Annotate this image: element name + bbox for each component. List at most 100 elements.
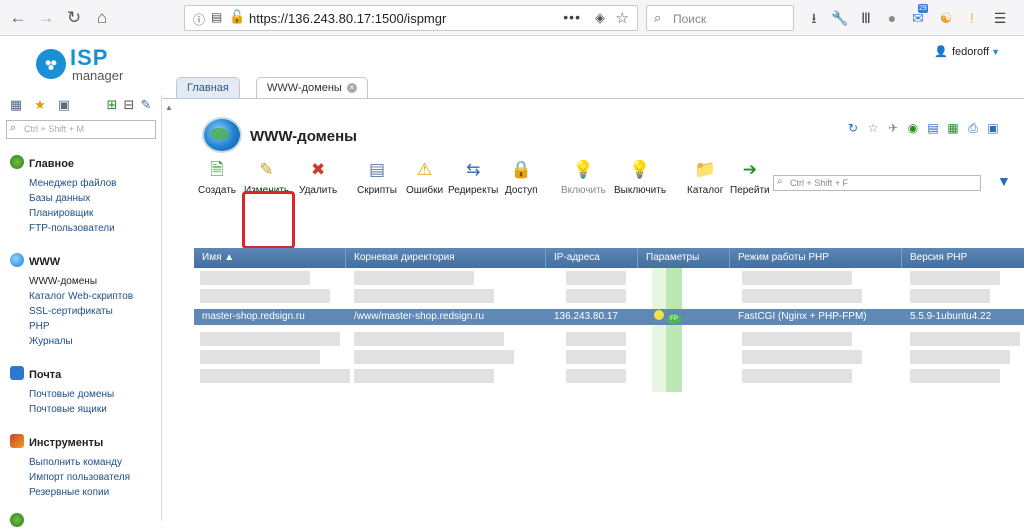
col-php-version[interactable]: Версия PHP <box>902 248 1024 268</box>
errors-button[interactable]: ⚠ Ошибки <box>406 159 443 196</box>
bookmark-star-icon[interactable]: ☆ <box>616 9 629 27</box>
table-row[interactable] <box>194 331 1024 347</box>
collapse-all-icon[interactable]: ⊟ <box>121 97 137 113</box>
sidebar-item-www-domains[interactable]: WWW-домены <box>29 276 97 287</box>
redirects-button[interactable]: ⇆ Редиректы <box>448 159 498 196</box>
sidebar-item-import-user[interactable]: Импорт пользователя <box>29 472 130 483</box>
tab-www-label: WWW-домены <box>267 82 342 94</box>
delete-button[interactable]: ✖ Удалить <box>299 159 337 196</box>
insecure-lock-icon[interactable]: 🔓 <box>229 9 245 25</box>
sidebar-group-mail[interactable]: Почта <box>10 366 61 381</box>
sidebar-item-databases[interactable]: Базы данных <box>29 193 90 204</box>
sidebar-item-scheduler[interactable]: Планировщик <box>29 208 93 219</box>
chart-icon[interactable]: ◉ <box>906 121 920 135</box>
catalog-label: Каталог <box>687 185 724 196</box>
sidebar-group-tools[interactable]: Инструменты <box>10 434 103 449</box>
sidebar-item-php[interactable]: PHP <box>29 321 50 332</box>
sidebar-item-web-scripts[interactable]: Каталог Web-скриптов <box>29 291 133 302</box>
page-actions-icon[interactable]: ••• <box>563 9 581 25</box>
sidebar-item-ssl[interactable]: SSL-сертификаты <box>29 306 113 317</box>
logo-manager: manager <box>72 68 124 83</box>
pocket-icon[interactable]: ◈ <box>595 10 605 26</box>
table-row-selected[interactable]: master-shop.redsign.ru /www/master-shop.… <box>194 309 1024 325</box>
favorite-star-icon[interactable]: ☆ <box>866 121 880 135</box>
sidebar-group-www[interactable]: WWW <box>10 253 60 268</box>
browser-search[interactable]: ⌕ Поиск <box>646 5 794 31</box>
col-ip[interactable]: IP-адреса <box>546 248 638 268</box>
downloads-icon[interactable]: ⭳ <box>804 8 824 28</box>
home-icon[interactable]: ⌂ <box>90 6 114 30</box>
clipboard-icon[interactable]: ▣ <box>56 97 72 113</box>
user-menu[interactable]: 👤 fedoroff ▼ <box>934 45 1000 58</box>
expand-all-icon[interactable]: ⊞ <box>104 97 120 113</box>
close-icon[interactable]: × <box>346 83 357 94</box>
print-icon[interactable]: ⎙ <box>966 121 980 135</box>
table-row[interactable] <box>194 349 1024 365</box>
table-row[interactable] <box>194 368 1024 384</box>
forward-icon[interactable]: → <box>34 6 58 30</box>
redacted-cell <box>354 289 494 303</box>
sidebar-search-input[interactable]: ⌕ Ctrl + Shift + M <box>6 120 156 139</box>
hint-icon[interactable]: ! <box>962 8 982 28</box>
sidebar-toggle-icon[interactable]: ☰ <box>990 8 1010 28</box>
wrench-icon[interactable]: 🔧 <box>830 8 850 28</box>
back-icon[interactable]: ← <box>6 6 30 30</box>
access-button[interactable]: 🔒 Доступ <box>505 159 538 196</box>
catalog-button[interactable]: 📁 Каталог <box>687 159 723 196</box>
goto-label: Перейти <box>730 185 770 196</box>
cell-name: master-shop.redsign.ru <box>202 311 305 322</box>
redacted-cell <box>566 271 626 285</box>
library-icon[interactable]: Ⅲ <box>856 8 876 28</box>
sidebar-item-mailboxes[interactable]: Почтовые ящики <box>29 404 107 415</box>
url-text[interactable]: https://136.243.80.17:1500/ispmgr <box>249 11 446 26</box>
copy-icon[interactable]: ▤ <box>926 121 940 135</box>
table-row[interactable] <box>194 270 1024 286</box>
goto-button[interactable]: ➔ Перейти <box>730 159 770 196</box>
tab-www-domains[interactable]: WWW-домены × <box>256 77 368 99</box>
filter-funnel-icon[interactable]: ▼ <box>997 173 1011 189</box>
address-bar[interactable]: ⓘ ▤ 🔓 https://136.243.80.17:1500/ispmgr … <box>184 5 638 31</box>
globe-addon-icon[interactable]: ● <box>882 8 902 28</box>
search-icon: ⌕ <box>777 176 783 187</box>
sidebar-collapse-handle[interactable]: ▲ <box>162 99 176 521</box>
main-panel: WWW-домены ↻ ☆ ✈ ◉ ▤ ▦ ⎙ ▣ 🗎 Создать ✎ Изм… <box>176 99 1024 521</box>
refresh-icon[interactable]: ↻ <box>846 121 860 135</box>
scripts-button[interactable]: ▤ Скрипты <box>357 159 397 196</box>
redacted-cell <box>566 369 626 383</box>
redacted-cell <box>200 369 350 383</box>
col-params[interactable]: Параметры <box>638 248 730 268</box>
edit-doc-icon: ✎ <box>259 160 274 179</box>
sidebar-item-ftp-users[interactable]: FTP-пользователи <box>29 223 115 234</box>
sidebar-item-file-manager[interactable]: Менеджер файлов <box>29 178 117 189</box>
pin-icon[interactable]: ✈ <box>886 121 900 135</box>
favorites-star-icon[interactable]: ★ <box>32 97 48 113</box>
table-row[interactable] <box>194 288 1024 304</box>
reload-icon[interactable]: ↻ <box>62 6 86 30</box>
table-filter-input[interactable]: ⌕ Ctrl + Shift + F <box>773 175 981 191</box>
sidebar-item-run-command[interactable]: Выполнить команду <box>29 457 122 468</box>
col-root[interactable]: Корневая директория <box>346 248 546 268</box>
tree-view-icon[interactable]: ▦ <box>8 97 24 113</box>
create-button[interactable]: 🗎 Создать <box>198 159 236 196</box>
cell-root: /www/master-shop.redsign.ru <box>354 311 485 322</box>
sidebar-group-main[interactable]: Главное <box>10 155 74 170</box>
pin-icon[interactable]: ✎ <box>138 97 154 113</box>
sync-icon[interactable]: ☯ <box>936 8 956 28</box>
col-name[interactable]: Имя ▲ <box>194 248 346 268</box>
redacted-cell <box>910 369 1000 383</box>
tab-home[interactable]: Главная <box>176 77 240 99</box>
export-icon[interactable]: ▦ <box>946 121 960 135</box>
help-icon[interactable]: ▣ <box>986 121 1000 135</box>
sidebar-item-backups[interactable]: Резервные копии <box>29 487 109 498</box>
isp-manager-app: ISP manager 👤 fedoroff ▼ Главная WWW-домен… <box>0 37 1024 527</box>
enable-button[interactable]: 💡 Включить <box>561 159 606 196</box>
isp-logo[interactable]: ISP manager <box>36 45 136 85</box>
sidebar-item-logs[interactable]: Журналы <box>29 336 73 347</box>
col-php-mode[interactable]: Режим работы PHP <box>730 248 902 268</box>
info-icon[interactable]: ⓘ <box>193 11 205 28</box>
create-label: Создать <box>198 185 237 196</box>
sidebar-item-mail-domains[interactable]: Почтовые домены <box>29 389 114 400</box>
disable-button[interactable]: 💡 Выключить <box>614 159 666 196</box>
mail-icon[interactable]: ✉ 29 <box>908 4 928 28</box>
page-title: WWW-домены <box>250 128 357 145</box>
